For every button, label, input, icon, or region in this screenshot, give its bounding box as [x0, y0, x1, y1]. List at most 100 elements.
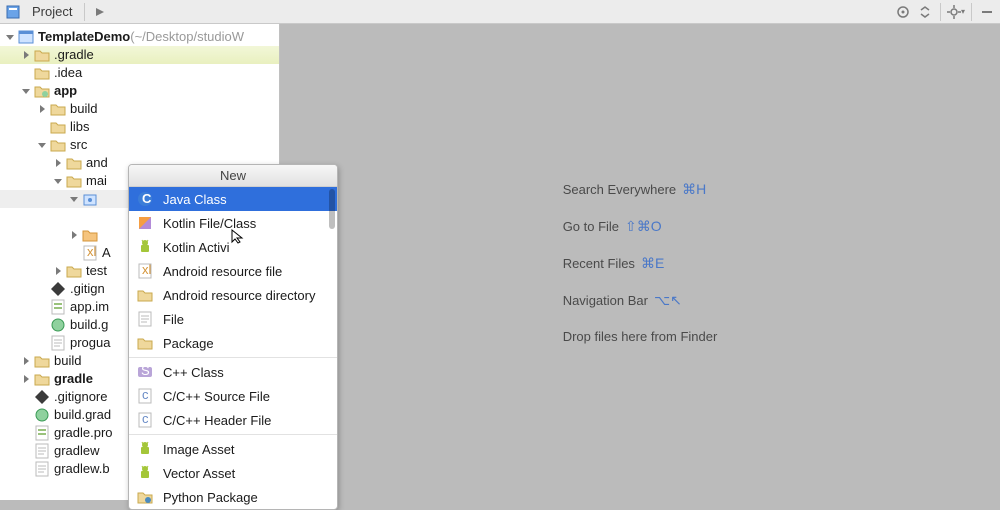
- tree-row[interactable]: build: [0, 100, 279, 118]
- target-icon[interactable]: [894, 3, 912, 21]
- popup-item[interactable]: cC/C++ Header File: [129, 408, 337, 432]
- popup-item[interactable]: Package: [129, 331, 337, 355]
- tree-label: progua: [70, 334, 110, 352]
- module-icon: [18, 29, 34, 45]
- prefs-icon: [50, 299, 66, 315]
- hint-text: Drop files here from Finder: [563, 329, 718, 344]
- xml-icon: xl: [137, 263, 153, 279]
- res-icon: [82, 227, 98, 243]
- java-icon: C: [137, 191, 153, 207]
- tree-arrow-icon[interactable]: [20, 355, 32, 367]
- tree-label: libs: [70, 118, 90, 136]
- svg-text:c: c: [142, 388, 149, 402]
- editor-empty-state[interactable]: Search Everywhere⌘HGo to File⇧⌘ORecent F…: [280, 24, 1000, 500]
- hint-text: Recent Files: [563, 256, 635, 271]
- tree-arrow-icon[interactable]: [4, 31, 16, 43]
- popup-item[interactable]: Python Package: [129, 485, 337, 509]
- cpp-icon: S: [137, 364, 153, 380]
- popup-separator: [129, 357, 337, 358]
- popup-item[interactable]: SC++ Class: [129, 360, 337, 384]
- tree-arrow-icon[interactable]: [20, 85, 32, 97]
- popup-item[interactable]: C Java Class: [129, 187, 337, 211]
- project-tab-label[interactable]: Project: [26, 4, 78, 19]
- svg-text:c: c: [142, 412, 149, 426]
- toolbar-sep: [971, 3, 972, 21]
- gear-icon[interactable]: ▾: [947, 3, 965, 21]
- pkg-icon: [82, 191, 98, 207]
- popup-item[interactable]: xl Android resource file: [129, 259, 337, 283]
- tree-label: and: [86, 154, 108, 172]
- folder-icon: [66, 155, 82, 171]
- tree-label: build: [54, 352, 81, 370]
- xml-icon: xl: [82, 245, 98, 261]
- tree-arrow-icon[interactable]: [36, 103, 48, 115]
- android-icon: [137, 465, 153, 481]
- hint-shortcut: ⌘H: [682, 181, 706, 198]
- tree-row[interactable]: libs: [0, 118, 279, 136]
- hint-text: Go to File: [563, 219, 619, 234]
- tree-label: .idea: [54, 64, 82, 82]
- tree-label: test: [86, 262, 107, 280]
- tree-arrow-icon[interactable]: [36, 139, 48, 151]
- run-icon[interactable]: [91, 3, 109, 21]
- hint-text: Navigation Bar: [563, 293, 648, 308]
- tree-arrow-icon[interactable]: [20, 373, 32, 385]
- popup-item[interactable]: Android resource directory: [129, 283, 337, 307]
- tree-arrow-icon[interactable]: [52, 175, 64, 187]
- tree-arrow-icon[interactable]: [68, 229, 80, 241]
- folder-icon: [66, 173, 82, 189]
- tree-arrow-icon[interactable]: [52, 157, 64, 169]
- hint-shortcut: ⌥↖: [654, 292, 682, 309]
- tree-arrow-icon[interactable]: [52, 265, 64, 277]
- svg-text:S: S: [141, 364, 150, 378]
- folder-icon: [34, 65, 50, 81]
- new-menu-popup[interactable]: New CJava ClassKotlin File/ClassKotlin A…: [128, 164, 338, 510]
- txt-icon: [50, 335, 66, 351]
- tree-label: .gitignore: [54, 388, 107, 406]
- tree-label: build.grad: [54, 406, 111, 424]
- tree-arrow-icon[interactable]: [20, 49, 32, 61]
- popup-item[interactable]: Vector Asset: [129, 461, 337, 485]
- tree-label: gradle.pro: [54, 424, 113, 442]
- tree-row[interactable]: .gradle: [0, 46, 279, 64]
- project-toolbar: Project ▾: [0, 0, 1000, 24]
- tree-label: gradle: [54, 370, 93, 388]
- tree-arrow-icon[interactable]: [68, 193, 80, 205]
- android-icon: [137, 441, 153, 457]
- folder-icon: [50, 101, 66, 117]
- tree-label: app: [54, 82, 77, 100]
- folder-icon: [137, 335, 153, 351]
- prefs-icon: [34, 425, 50, 441]
- txt-icon: [137, 311, 153, 327]
- tree-label: gradlew.b: [54, 460, 110, 478]
- hint-row: Recent Files⌘E: [563, 255, 665, 272]
- popup-item[interactable]: cC/C++ Source File: [129, 384, 337, 408]
- blank-icon: [82, 209, 98, 225]
- svg-text:xl: xl: [87, 245, 97, 259]
- tree-row[interactable]: TemplateDemo (~/Desktop/studioW: [0, 28, 279, 46]
- collapse-icon[interactable]: [916, 3, 934, 21]
- tree-label: .gradle: [54, 46, 94, 64]
- folder-icon: [50, 137, 66, 153]
- tree-row[interactable]: .idea: [0, 64, 279, 82]
- folder-icon: [34, 47, 50, 63]
- c-icon: c: [137, 388, 153, 404]
- c-icon: c: [137, 412, 153, 428]
- popup-item[interactable]: File: [129, 307, 337, 331]
- tree-row[interactable]: src: [0, 136, 279, 154]
- tree-path-suffix: (~/Desktop/studioW: [130, 28, 244, 46]
- popup-item-label: Java Class: [163, 192, 227, 207]
- hint-shortcut: ⇧⌘O: [625, 218, 662, 235]
- tree-label: .gitign: [70, 280, 105, 298]
- toolbar-sep: [940, 3, 941, 21]
- popup-item-label: Android resource file: [163, 264, 282, 279]
- tree-row[interactable]: app: [0, 82, 279, 100]
- hide-panel-icon[interactable]: [978, 3, 996, 21]
- folder-icon: [34, 371, 50, 387]
- popup-item[interactable]: Image Asset: [129, 437, 337, 461]
- hint-row: Go to File ⇧⌘O: [563, 218, 662, 235]
- git-icon: [50, 281, 66, 297]
- popup-item-label: Image Asset: [163, 442, 235, 457]
- popup-scrollbar[interactable]: [329, 189, 335, 229]
- tree-label: gradlew: [54, 442, 100, 460]
